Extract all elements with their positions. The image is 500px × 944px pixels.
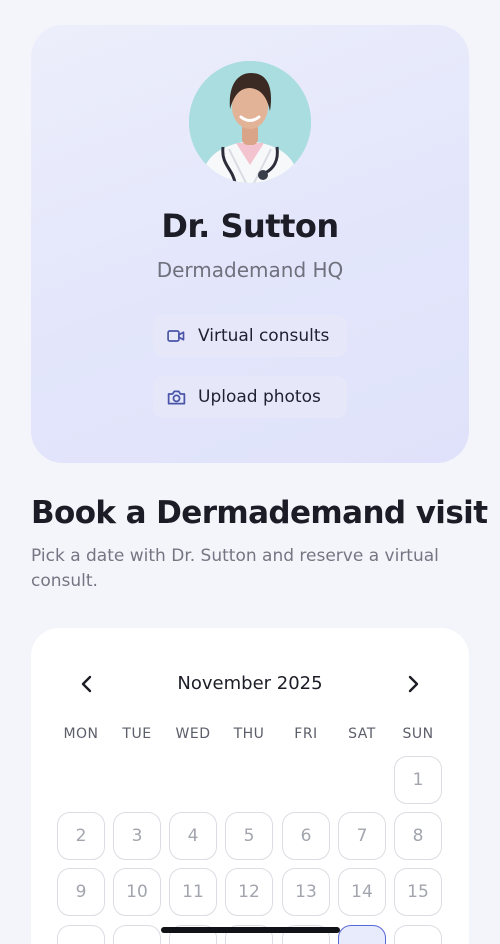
weekday-0: MON [63,726,99,742]
weekday-1: TUE [122,726,152,742]
doctor-portrait-icon [189,61,311,183]
booking-subtitle: Pick a date with Dr. Sutton and reserve … [31,546,439,591]
doctor-name: Dr. Sutton [161,207,339,245]
booking-title: Book a Dermademand visit [31,495,488,531]
calendar-day[interactable]: 3 [113,812,161,860]
calendar-card: November 2025 MON TUE WED THU FRI SAT SUN 1234… [31,628,469,944]
virtual-consults-chip[interactable]: Virtual consults [153,315,347,357]
calendar-day[interactable]: 8 [394,812,442,860]
calendar-day[interactable] [57,925,105,944]
calendar-day[interactable] [394,925,442,944]
calendar-day[interactable]: 14 [338,868,386,916]
calendar-day[interactable]: 2 [57,812,105,860]
calendar-day[interactable] [113,925,161,944]
video-camera-icon [165,325,187,347]
calendar-day[interactable]: 7 [338,812,386,860]
calendar-day[interactable]: 12 [225,868,273,916]
weekday-3: THU [233,726,265,742]
calendar-day-selected[interactable] [338,925,386,944]
weekday-4: FRI [294,726,318,742]
clinic-name: Dermademand HQ [156,258,344,282]
weekday-2: WED [175,726,211,742]
weekday-6: SUN [402,726,434,742]
calendar-day[interactable]: 13 [282,868,330,916]
calendar-day[interactable]: 4 [169,812,217,860]
calendar-day[interactable]: 10 [113,868,161,916]
virtual-consults-label: Virtual consults [198,326,330,346]
calendar-day[interactable]: 15 [394,868,442,916]
calendar-day[interactable]: 11 [169,868,217,916]
upload-photos-chip[interactable]: Upload photos [153,376,347,418]
next-month-button[interactable] [400,671,426,697]
calendar-day[interactable]: 6 [282,812,330,860]
weekday-5: SAT [348,726,376,742]
calendar-day[interactable]: 5 [225,812,273,860]
doctor-avatar [189,61,311,183]
chevron-right-icon [408,675,419,693]
doctor-profile-card: Dr. Sutton Dermademand HQ Virtual consul… [31,25,469,463]
camera-icon [165,386,187,408]
calendar-day[interactable]: 1 [394,756,442,804]
calendar-day[interactable]: 9 [57,868,105,916]
home-indicator [161,927,340,933]
upload-photos-label: Upload photos [198,387,321,407]
